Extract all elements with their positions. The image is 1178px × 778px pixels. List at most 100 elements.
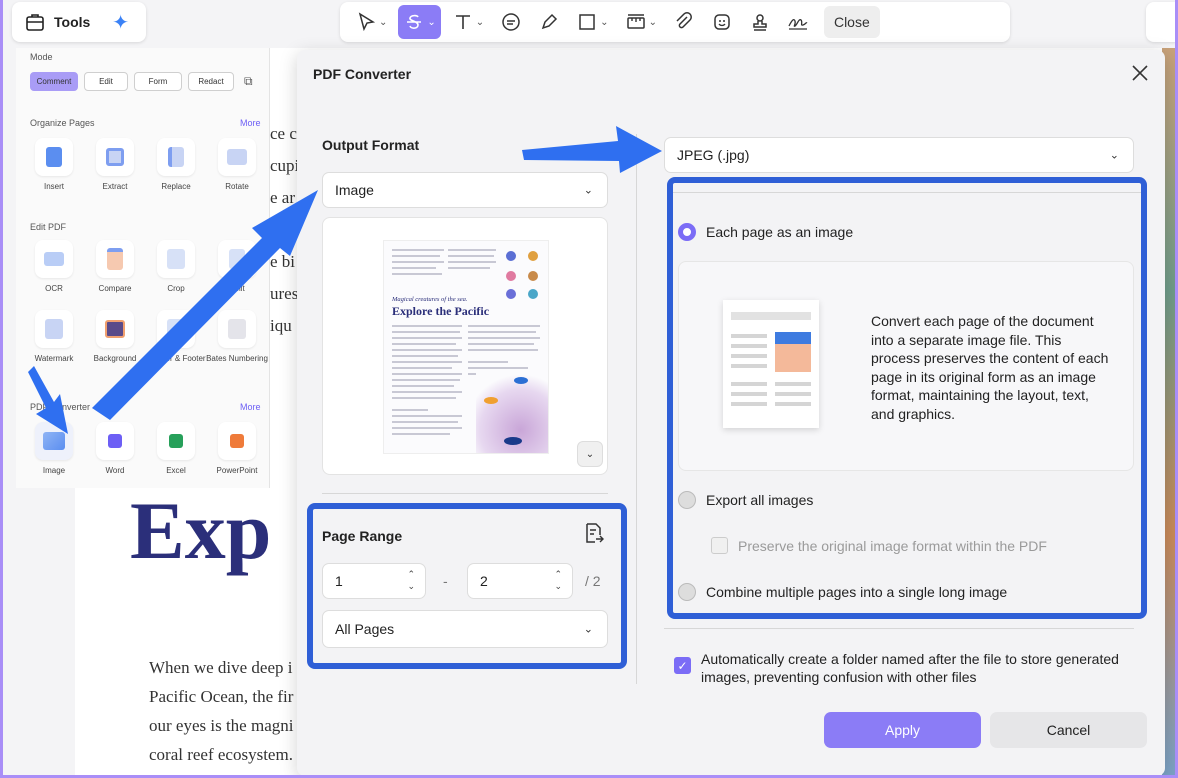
- option-description-card: Convert each page of the document into a…: [678, 261, 1134, 471]
- page-range-select[interactable]: All Pages ⌄: [322, 610, 608, 648]
- annotation-toolstrip: ⌄ ⌄ ⌄ ⌄ ⌄ Close: [340, 2, 1010, 42]
- image-icon: [35, 422, 73, 460]
- signature-tool[interactable]: [782, 5, 814, 39]
- bates-numbering-icon: [218, 310, 256, 348]
- preview-subheading: Magical creatures of the sea.: [392, 296, 468, 303]
- excel-icon: [157, 422, 195, 460]
- background-item[interactable]: Background: [83, 310, 147, 363]
- background-icon: [96, 310, 134, 348]
- pdf-converter-title: PDF Converter: [30, 402, 91, 412]
- attach-tool[interactable]: [668, 5, 700, 39]
- convert-image-item[interactable]: Image: [22, 422, 86, 475]
- ocr-icon: [35, 240, 73, 278]
- close-toolbar-button[interactable]: Close: [823, 6, 880, 38]
- external-link-icon[interactable]: ⧉: [244, 74, 253, 89]
- pen-tool[interactable]: [533, 5, 565, 39]
- ruler-icon: [626, 14, 645, 29]
- text-tool[interactable]: ⌄: [447, 5, 489, 39]
- powerpoint-icon: [218, 422, 256, 460]
- pen-icon: [541, 13, 558, 30]
- pointer-icon: [358, 12, 376, 32]
- each-page-option[interactable]: Each page as an image: [678, 223, 853, 241]
- expand-preview-button[interactable]: ⌄: [577, 441, 603, 467]
- range-to-input[interactable]: 2 ⌃ ⌄: [467, 563, 573, 599]
- chevron-down-icon: ⌄: [583, 623, 593, 636]
- crop-item[interactable]: Crop: [144, 240, 208, 293]
- tools-label: Tools: [54, 14, 91, 30]
- split-item[interactable]: Split: [205, 240, 269, 293]
- ocr-item[interactable]: OCR: [22, 240, 86, 293]
- preview-heading: Explore the Pacific: [392, 304, 490, 318]
- output-format-select[interactable]: Image ⌄: [322, 172, 608, 208]
- mode-redact-button[interactable]: Redact: [188, 72, 234, 91]
- convert-excel-item[interactable]: Excel: [144, 422, 208, 475]
- apply-button[interactable]: Apply: [824, 712, 981, 748]
- select-tool[interactable]: ⌄: [350, 5, 392, 39]
- cancel-button[interactable]: Cancel: [990, 712, 1147, 748]
- doc-text-fragment: e ar: [270, 188, 296, 207]
- convert-word-item[interactable]: Word: [83, 422, 147, 475]
- chevron-down-icon: ⌄: [583, 184, 593, 197]
- image-options-section: Each page as an image Convert each page …: [667, 177, 1147, 619]
- stepper-arrows-icon[interactable]: ⌃ ⌄: [407, 568, 415, 592]
- doc-text-fragment: ures: [270, 284, 299, 303]
- shape-tool[interactable]: ⌄: [571, 5, 613, 39]
- header-footer-item[interactable]: Header & Footer: [144, 310, 208, 363]
- doc-text-fragment: ce c: [270, 124, 297, 143]
- watermark-item[interactable]: Watermark: [22, 310, 86, 363]
- range-total: / 2: [585, 573, 601, 589]
- radio-unselected[interactable]: [678, 583, 696, 601]
- close-icon[interactable]: [1129, 62, 1151, 84]
- mode-comment-button[interactable]: Comment: [30, 72, 78, 91]
- ai-sparkle-icon[interactable]: ✦: [112, 10, 129, 35]
- page-thumbnail: Magical creatures of the sea. Explore th…: [383, 240, 549, 454]
- radio-selected[interactable]: [678, 223, 696, 241]
- bates-numbering-item[interactable]: Bates Numbering: [205, 310, 269, 363]
- auto-folder-option[interactable]: ✓ Automatically create a folder named af…: [674, 650, 1131, 686]
- top-toolbar: Tools ✦ ⌄ ⌄ ⌄ ⌄ ⌄ Close: [0, 0, 1178, 46]
- compare-item[interactable]: Compare: [83, 240, 147, 293]
- export-images-option[interactable]: Export all images: [678, 491, 813, 509]
- organize-pages-title: Organize Pages: [30, 118, 95, 128]
- doc-paragraph: When we dive deep i Pacific Ocean, the f…: [149, 658, 294, 764]
- preserve-format-option[interactable]: Preserve the original image format withi…: [711, 537, 1047, 554]
- checkbox-checked-icon[interactable]: ✓: [674, 657, 691, 674]
- convert-powerpoint-item[interactable]: PowerPoint: [205, 422, 269, 475]
- doc-title: Exp: [130, 485, 272, 576]
- dialog-title: PDF Converter: [313, 66, 412, 82]
- replace-page-item[interactable]: Replace: [144, 138, 208, 191]
- sticker-tool[interactable]: [706, 5, 738, 39]
- stamp-tool[interactable]: [744, 5, 776, 39]
- chevron-down-icon: ⌄: [1109, 149, 1119, 162]
- tools-button[interactable]: Tools ✦: [12, 2, 146, 42]
- mode-edit-button[interactable]: Edit: [84, 72, 128, 91]
- extract-page-item[interactable]: Extract: [83, 138, 147, 191]
- converter-more-link[interactable]: More: [240, 402, 261, 412]
- image-format-select[interactable]: JPEG (.jpg) ⌄: [664, 137, 1134, 173]
- rotate-page-item[interactable]: Rotate: [205, 138, 269, 191]
- strikethrough-icon: [407, 14, 422, 29]
- edit-pdf-title: Edit PDF: [30, 222, 67, 232]
- measure-tool[interactable]: ⌄: [620, 5, 662, 39]
- range-dash: -: [443, 573, 448, 589]
- document-preview: Magical creatures of the sea. Explore th…: [322, 217, 608, 475]
- page-range-label: Page Range: [322, 528, 403, 544]
- organize-more-link[interactable]: More: [240, 118, 261, 128]
- extract-icon: [96, 138, 134, 176]
- combine-pages-option[interactable]: Combine multiple pages into a single lon…: [678, 583, 1007, 601]
- page-swap-icon[interactable]: [581, 521, 605, 545]
- strikethrough-tool[interactable]: ⌄: [398, 5, 441, 39]
- insert-icon: [35, 138, 73, 176]
- checkbox-unchecked[interactable]: [711, 537, 728, 554]
- mode-form-button[interactable]: Form: [134, 72, 182, 91]
- comment-tool[interactable]: [495, 5, 527, 39]
- paperclip-icon: [676, 12, 692, 29]
- word-icon: [96, 422, 134, 460]
- range-from-input[interactable]: 1 ⌃ ⌄: [322, 563, 426, 599]
- insert-page-item[interactable]: Insert: [22, 138, 86, 191]
- divider: [673, 192, 1141, 193]
- replace-icon: [157, 138, 195, 176]
- sticker-icon: [714, 14, 730, 30]
- stepper-arrows-icon[interactable]: ⌃ ⌄: [554, 568, 562, 592]
- radio-unselected[interactable]: [678, 491, 696, 509]
